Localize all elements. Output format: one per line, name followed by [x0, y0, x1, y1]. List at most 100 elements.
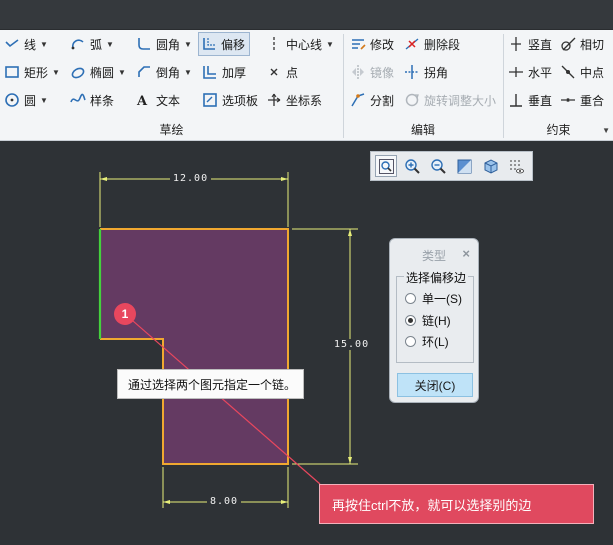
arc-icon	[70, 36, 86, 52]
sketch-group: 线 ▼ 弧 ▼ 圆角 ▼ 偏移 中心线 ▼ 矩形 ▼ 椭圆 ▼ 倒角 ▼ 加厚 …	[0, 30, 343, 141]
circle-icon	[4, 92, 20, 108]
rectangle-tool[interactable]: 矩形 ▼	[4, 60, 60, 84]
sketch-region	[100, 229, 288, 464]
zoom-out-icon	[430, 158, 446, 174]
text-icon: A	[136, 92, 152, 108]
ellipse-tool[interactable]: 椭圆 ▼	[70, 60, 126, 84]
display-style-icon	[457, 159, 471, 173]
chevron-down-icon[interactable]: ▼	[40, 96, 48, 105]
horizontal-constraint-icon	[508, 64, 524, 80]
arc-tool[interactable]: 弧 ▼	[70, 32, 114, 56]
close-icon[interactable]: ×	[462, 246, 470, 261]
circle-tool[interactable]: 圆 ▼	[4, 88, 48, 112]
centerline-icon	[266, 36, 282, 52]
perpendicular-icon	[508, 92, 524, 108]
chevron-down-icon[interactable]: ▼	[326, 40, 334, 49]
horizontal-constraint-tool[interactable]: 水平	[508, 60, 552, 84]
point-icon	[266, 64, 282, 80]
options-legend: 选择偏移边	[404, 269, 469, 286]
coordsys-tool[interactable]: 坐标系	[266, 88, 322, 112]
rotate-resize-icon	[404, 92, 420, 108]
centerline-tool[interactable]: 中心线 ▼	[266, 32, 334, 56]
tooltip: 通过选择两个图元指定一个链。	[117, 369, 304, 399]
midpoint-icon	[560, 64, 576, 80]
ellipse-icon	[70, 64, 86, 80]
radio-loop[interactable]: 环(L)	[405, 333, 449, 349]
tangent-constraint-tool[interactable]: 相切	[560, 32, 604, 56]
chamfer-icon	[136, 64, 152, 80]
edit-group-label: 编辑	[410, 123, 435, 137]
title-bar	[0, 0, 613, 30]
group-dropdown-icon[interactable]: ▼	[602, 126, 610, 135]
offset-edge-options: 选择偏移边 单一(S) 链(H) 环(L)	[396, 269, 474, 363]
modify-tool[interactable]: 修改	[350, 32, 394, 56]
text-tool[interactable]: A 文本	[136, 88, 180, 112]
sketch-group-label: 草绘	[159, 123, 184, 137]
zoom-in-icon	[404, 158, 420, 174]
corner-tool[interactable]: 拐角	[404, 60, 448, 84]
delete-segment-tool[interactable]: 删除段	[404, 32, 460, 56]
display-filter-button[interactable]	[505, 155, 527, 177]
type-dialog: 类型 × 选择偏移边 单一(S) 链(H) 环(L) 关闭(C)	[389, 238, 479, 403]
view-toolbar	[370, 151, 533, 181]
chevron-down-icon[interactable]: ▼	[106, 40, 114, 49]
chevron-down-icon[interactable]: ▼	[40, 40, 48, 49]
coordinate-system-icon	[266, 92, 282, 108]
close-button[interactable]: 关闭(C)	[397, 373, 473, 397]
midpoint-constraint-tool[interactable]: 中点	[560, 60, 604, 84]
thicken-tool[interactable]: 加厚	[202, 60, 246, 84]
perpendicular-constraint-tool[interactable]: 垂直	[508, 88, 552, 112]
offset-tool[interactable]: 偏移	[198, 32, 251, 56]
step-marker: 1	[114, 303, 136, 325]
display-style-button[interactable]	[453, 155, 475, 177]
svg-text:A: A	[136, 94, 148, 108]
dialog-title-bar: 类型 ×	[390, 245, 480, 263]
line-tool[interactable]: 线 ▼	[4, 32, 48, 56]
radio-button[interactable]	[405, 292, 416, 304]
chevron-down-icon[interactable]: ▼	[184, 40, 192, 49]
divide-tool[interactable]: 分割	[350, 88, 394, 112]
grid-display-icon	[509, 159, 524, 173]
mirror-icon	[350, 64, 366, 80]
vertical-constraint-icon	[508, 36, 524, 52]
corner-icon	[404, 64, 420, 80]
chevron-down-icon[interactable]: ▼	[118, 68, 126, 77]
line-icon	[4, 36, 20, 52]
dimension-height-right[interactable]: 15.00	[331, 339, 373, 350]
vertical-constraint-tool[interactable]: 竖直	[508, 32, 552, 56]
dimension-width-top[interactable]: 12.00	[170, 173, 212, 184]
palette-tool[interactable]: 选项板	[202, 88, 258, 112]
constrain-group-label: 约束	[546, 123, 571, 137]
thicken-icon	[202, 64, 218, 80]
constrain-group: 竖直 相切 水平 中点 垂直 重合 约束 ▼	[504, 30, 613, 141]
radio-chain[interactable]: 链(H)	[405, 312, 451, 328]
radio-button-selected[interactable]	[405, 314, 416, 326]
zoom-in-button[interactable]	[401, 155, 423, 177]
mirror-tool[interactable]: 镜像	[350, 60, 394, 84]
saved-orientation-button[interactable]	[479, 155, 501, 177]
palette-icon	[202, 92, 218, 108]
radio-button[interactable]	[405, 335, 416, 347]
spline-icon	[70, 92, 86, 108]
offset-icon	[201, 36, 217, 52]
rectangle-icon	[4, 64, 20, 80]
chevron-down-icon[interactable]: ▼	[52, 68, 60, 77]
delete-segment-icon	[404, 36, 420, 52]
rotate-resize-tool[interactable]: 旋转调整大小	[404, 88, 496, 112]
fillet-icon	[136, 36, 152, 52]
radio-single[interactable]: 单一(S)	[405, 290, 462, 306]
point-tool[interactable]: 点	[266, 60, 298, 84]
dimension-width-bottom[interactable]: 8.00	[207, 496, 242, 507]
chevron-down-icon[interactable]: ▼	[184, 68, 192, 77]
zoom-fit-icon	[378, 158, 394, 174]
tangent-icon	[560, 36, 576, 52]
coincident-constraint-tool[interactable]: 重合	[560, 88, 604, 112]
instruction-callout: 再按住ctrl不放，就可以选择别的边	[319, 484, 594, 524]
chamfer-tool[interactable]: 倒角 ▼	[136, 60, 192, 84]
fillet-tool[interactable]: 圆角 ▼	[136, 32, 192, 56]
sketch-canvas[interactable]: 12.00 15.00 8.00 1 通过选择两个图元指定一个链。 类型 × 选…	[0, 142, 613, 545]
edit-group: 修改 删除段 镜像 拐角 分割 旋转调整大小 编辑	[344, 30, 502, 141]
zoom-fit-button[interactable]	[375, 155, 397, 177]
spline-tool[interactable]: 样条	[70, 88, 114, 112]
zoom-out-button[interactable]	[427, 155, 449, 177]
